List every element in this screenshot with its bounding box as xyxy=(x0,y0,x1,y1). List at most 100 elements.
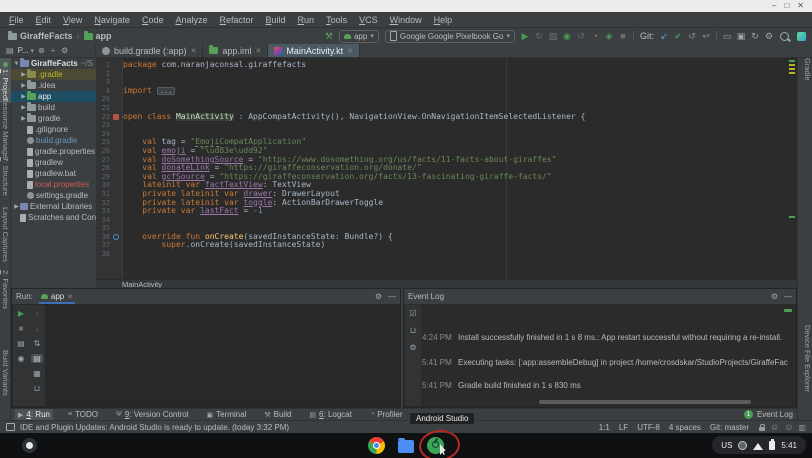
settings-icon[interactable]: ⚙ xyxy=(375,292,382,301)
menu-build[interactable]: Build xyxy=(261,14,291,26)
system-tray[interactable]: US 5:41 xyxy=(712,436,806,454)
menu-refactor[interactable]: Refactor xyxy=(215,14,259,26)
code-line[interactable]: 33 private var lastFact = -1 xyxy=(96,207,797,216)
minimize-icon[interactable]: — xyxy=(388,292,396,301)
inspection-profile-icon[interactable]: ☺ xyxy=(784,423,793,432)
clear-all-icon[interactable]: ⊔ xyxy=(31,384,43,393)
tree-item--idea[interactable]: ▶.idea xyxy=(11,80,96,91)
expand-arrow-icon[interactable]: ▶ xyxy=(20,115,27,122)
toolwindow-toggle-icon[interactable] xyxy=(6,423,15,431)
tree-item-gradlew[interactable]: gradlew xyxy=(11,157,96,168)
git-history-icon[interactable]: ↺ xyxy=(685,29,699,43)
stripe-mark[interactable] xyxy=(789,216,795,218)
tree-item-build-gradle[interactable]: build.gradle xyxy=(11,135,96,146)
code-line[interactable]: 3 xyxy=(96,78,797,87)
stripe-mark[interactable] xyxy=(789,68,795,70)
status-widget-lf[interactable]: LF xyxy=(619,423,628,432)
code-editor[interactable]: 1package com.naranjaconsal.giraffefacts2… xyxy=(96,58,797,279)
tree-item-settings-gradle[interactable]: settings.gradle xyxy=(11,190,96,201)
print-icon[interactable]: ▦ xyxy=(31,369,43,378)
device-select[interactable]: Google Google Pixelbook Go▾ xyxy=(385,30,515,43)
stripe-mark[interactable] xyxy=(789,60,795,62)
expand-arrow-icon[interactable]: ▶ xyxy=(20,71,27,78)
make-project-hammer-icon[interactable]: ⚒ xyxy=(322,29,336,43)
run-dashboard-icon[interactable]: ▤ xyxy=(15,339,27,348)
tree-item-app[interactable]: ▶app xyxy=(11,91,96,102)
code-line[interactable]: 38 xyxy=(96,250,797,259)
collapse-all-icon[interactable]: ÷ xyxy=(49,46,57,55)
toolwindow-button-build[interactable]: ⚒Build xyxy=(261,409,294,420)
scroll-to-end-icon[interactable]: ▤ xyxy=(31,354,43,363)
menu-view[interactable]: View xyxy=(58,14,87,26)
minimize-icon[interactable]: — xyxy=(784,292,792,301)
code-line[interactable]: 20 xyxy=(96,95,797,104)
rail-gradle[interactable]: Gradle xyxy=(800,58,812,81)
event-log-entries[interactable]: 4:24 PMInstall successfully finished in … xyxy=(422,305,788,399)
status-widget-utf-8[interactable]: UTF-8 xyxy=(637,423,660,432)
project-view-select[interactable]: P... xyxy=(18,46,29,55)
close-icon[interactable]: ✕ xyxy=(67,293,73,301)
stop-icon[interactable]: ■ xyxy=(616,29,630,43)
close-button[interactable]: ✕ xyxy=(797,2,804,10)
expand-arrow-icon[interactable]: ▶ xyxy=(20,93,27,100)
rail-build-variants[interactable]: Build Variants xyxy=(0,348,11,398)
menu-navigate[interactable]: Navigate xyxy=(89,14,135,26)
horizontal-scrollbar[interactable] xyxy=(539,400,751,404)
menu-file[interactable]: File xyxy=(4,14,29,26)
minimize-button[interactable]: – xyxy=(772,2,776,10)
menu-code[interactable]: Code xyxy=(137,14,169,26)
class-gutter-icon[interactable] xyxy=(113,114,119,120)
run-icon[interactable]: ▶ xyxy=(518,29,532,43)
files-app-icon[interactable] xyxy=(398,440,414,453)
event-log-button[interactable]: 1 Event Log xyxy=(744,410,797,419)
status-widget-4-spaces[interactable]: 4 spaces xyxy=(669,423,701,432)
toolwindow-button-profiler[interactable]: ◔Profiler xyxy=(367,409,406,420)
tree-item-scratches-and-consoles[interactable]: Scratches and Consoles xyxy=(11,212,96,223)
menu-tools[interactable]: Tools xyxy=(321,14,352,26)
git-update-icon[interactable]: ↙ xyxy=(657,29,671,43)
breadcrumb-giraffefacts[interactable]: GiraffeFacts xyxy=(8,31,73,41)
tree-item-external-libraries[interactable]: ▶External Libraries xyxy=(11,201,96,212)
stripe-mark[interactable] xyxy=(789,64,795,66)
menu-run[interactable]: Run xyxy=(293,14,320,26)
tree-item-gradle[interactable]: ▶gradle xyxy=(11,113,96,124)
code-line[interactable]: 1package com.naranjaconsal.giraffefacts xyxy=(96,61,797,70)
run-configuration-select[interactable]: app▾ xyxy=(339,30,379,43)
git-commit-icon[interactable]: ✔ xyxy=(671,29,685,43)
rail-7-structure[interactable]: 7: Structure xyxy=(0,155,11,198)
menu-vcs[interactable]: VCS xyxy=(354,14,383,26)
code-area[interactable]: 1package com.naranjaconsal.giraffefacts2… xyxy=(96,61,797,259)
debug-icon[interactable]: ◉ xyxy=(560,29,574,43)
toolbar-widget-icon[interactable] xyxy=(797,32,806,41)
avd-manager-icon[interactable]: ▣ xyxy=(734,29,748,43)
apply-code-changes-icon[interactable]: ↺ xyxy=(574,29,588,43)
menu-help[interactable]: Help xyxy=(429,14,458,26)
git-rollback-icon[interactable]: ↩ xyxy=(699,29,713,43)
stop-icon[interactable]: ■ xyxy=(15,324,27,333)
log-settings-icon[interactable]: ⚙ xyxy=(409,343,416,352)
code-line[interactable]: 4import ... xyxy=(96,87,797,96)
code-line[interactable]: 22open class MainActivity : AppCompatAct… xyxy=(96,113,797,122)
run-console-output[interactable] xyxy=(45,305,399,406)
tree-item--gradle[interactable]: ▶.gradle xyxy=(11,69,96,80)
tree-item-gradle-properties[interactable]: gradle.properties xyxy=(11,146,96,157)
tab-app-iml[interactable]: app.iml✕ xyxy=(203,44,268,57)
tab-mainactivity-kt[interactable]: MainActivity.kt✕ xyxy=(268,44,360,57)
error-stripe[interactable] xyxy=(789,58,795,279)
rail-layout-captures[interactable]: Layout Captures xyxy=(0,205,11,264)
down-stack-trace-icon[interactable]: ↓ xyxy=(31,324,43,333)
memory-indicator-icon[interactable]: ▥ xyxy=(798,423,806,432)
toolwindow-button-4-run[interactable]: ▶4: Run xyxy=(15,409,53,420)
close-icon[interactable]: ✕ xyxy=(255,47,261,55)
restore-button[interactable]: □ xyxy=(784,2,789,10)
settings-icon[interactable]: ⚙ xyxy=(771,292,778,301)
mark-all-read-icon[interactable]: ☑ xyxy=(409,309,416,318)
tree-item-build[interactable]: ▶build xyxy=(11,102,96,113)
sync-gradle-icon[interactable]: ↻ xyxy=(748,29,762,43)
code-line[interactable]: 2 xyxy=(96,70,797,79)
run-tab-app[interactable]: app ✕ xyxy=(37,289,77,304)
toolwindow-button-6-logcat[interactable]: ▤6: Logcat xyxy=(306,409,355,420)
toolwindow-button-todo[interactable]: ≡TODO xyxy=(65,409,101,420)
chrome-app-icon[interactable] xyxy=(368,437,385,454)
tree-item-giraffefacts[interactable]: ▼GiraffeFacts~/S xyxy=(11,58,96,69)
